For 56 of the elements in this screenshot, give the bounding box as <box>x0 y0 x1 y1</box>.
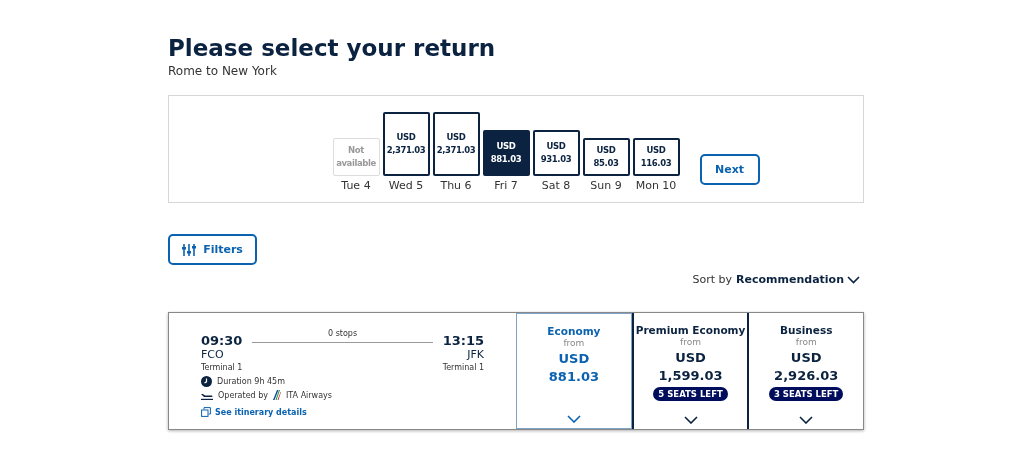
clock-icon <box>201 375 212 387</box>
next-button[interactable]: Next <box>699 154 760 185</box>
seats-left-badge: 5 SEATS LEFT <box>653 387 728 401</box>
airline-name: ITA Airways <box>286 390 332 400</box>
operated-by-text: Operated by <box>218 390 268 400</box>
copy-icon <box>201 407 211 417</box>
fare-option[interactable]: Business from USD 2,926.03 3 SEATS LEFT <box>747 313 863 429</box>
date-label: Sat 8 <box>541 179 571 193</box>
arrival-time: 13:15 <box>442 333 485 349</box>
departure-time: 09:30 <box>201 333 243 349</box>
fare-price: 1,599.03 <box>658 368 723 383</box>
seats-left-badge: 3 SEATS LEFT <box>768 387 844 401</box>
from-label: from <box>795 337 817 347</box>
itinerary-details-link[interactable]: See itinerary details <box>201 407 485 417</box>
unavailable-date: Not available <box>332 138 380 176</box>
date-price-button[interactable]: USD 881.03 <box>482 130 530 176</box>
cabin-name: Economy <box>547 325 601 337</box>
date-price-button[interactable]: USD 2,371.03 <box>382 112 430 176</box>
currency: USD <box>675 350 706 365</box>
date-label: Sun 9 <box>590 179 622 193</box>
page-title: Please select your return <box>168 34 497 62</box>
chevron-down-icon <box>566 415 581 423</box>
date-label: Thu 6 <box>440 179 472 193</box>
chevron-down-icon <box>683 416 698 424</box>
fare-option[interactable]: Premium Economy from USD 1,599.03 5 SEATS LEFT <box>631 313 748 429</box>
date-label: Tue 4 <box>341 179 371 193</box>
departure-airport: FCO <box>201 349 225 361</box>
arrival-terminal: Terminal 1 <box>442 363 485 372</box>
date-price-button[interactable]: USD 85.03 <box>582 138 630 176</box>
cabin-name: Business <box>779 324 833 336</box>
chevron-down-icon <box>799 416 814 424</box>
from-label: from <box>563 338 585 348</box>
departure-terminal: Terminal 1 <box>201 363 243 372</box>
date-label: Fri 7 <box>494 179 518 193</box>
from-label: from <box>680 337 702 347</box>
fare-price: 881.03 <box>548 369 599 384</box>
airline-stripes-icon <box>273 390 281 400</box>
date-label: Wed 5 <box>388 179 424 193</box>
chevron-down-icon <box>847 275 860 284</box>
fare-price: 2,926.03 <box>774 368 839 383</box>
date-price-button[interactable]: USD 931.03 <box>532 130 580 176</box>
duration-text: Duration 9h 45m <box>217 376 285 386</box>
sliders-icon <box>182 242 197 257</box>
currency: USD <box>790 350 822 365</box>
cabin-name: Premium Economy <box>635 324 746 336</box>
stops-text: 0 stops <box>328 329 358 338</box>
sort-label: Sort by <box>692 273 733 286</box>
date-price-button[interactable]: USD 116.03 <box>632 138 680 176</box>
date-label: Mon 10 <box>635 179 677 193</box>
sort-dropdown[interactable]: Recommendation <box>736 273 860 286</box>
filters-button[interactable]: Filters <box>168 234 257 265</box>
route-text: Rome to New York <box>168 64 278 78</box>
fare-option[interactable]: Economy from USD 881.03 <box>516 313 632 429</box>
currency: USD <box>558 351 590 366</box>
date-price-button[interactable]: USD 2,371.03 <box>432 112 480 176</box>
arrival-airport: JFK <box>467 349 485 361</box>
